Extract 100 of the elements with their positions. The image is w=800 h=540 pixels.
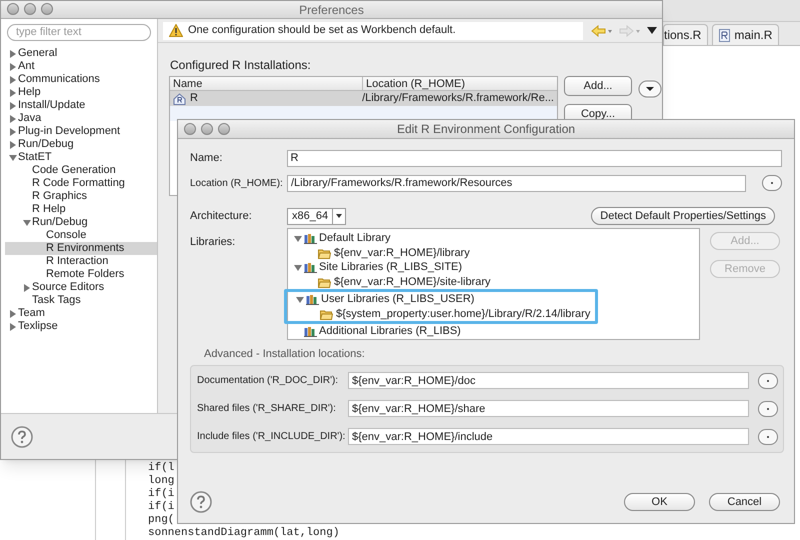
- tree-item[interactable]: Team: [5, 307, 157, 320]
- expanded-arrow-icon[interactable]: [294, 234, 302, 242]
- library-group[interactable]: Default Library: [288, 231, 699, 246]
- library-path[interactable]: ${env_var:R_HOME}/site-library: [288, 275, 699, 289]
- folder-icon: [318, 276, 331, 288]
- table-cell-text: /Library/Frameworks/R.framework/Re...: [361, 91, 555, 106]
- code-line: if(l: [148, 462, 174, 475]
- collapsed-arrow-icon[interactable]: [9, 102, 17, 110]
- tree-item[interactable]: Task Tags: [5, 294, 157, 307]
- code-line: png(: [148, 514, 174, 527]
- field-label: Location (R_HOME):: [190, 176, 284, 190]
- library-group[interactable]: Site Libraries (R_LIBS_SITE): [288, 260, 699, 275]
- books-icon: [304, 326, 317, 337]
- browse-button[interactable]: [758, 400, 778, 416]
- window-title: Preferences: [299, 2, 364, 18]
- library-path[interactable]: ${system_property:user.home}/Library/R/2.14/library: [290, 307, 592, 321]
- dialog-button[interactable]: OK: [624, 493, 695, 511]
- field-label: Name:: [190, 150, 224, 166]
- tree-item[interactable]: Run/Debug: [5, 138, 157, 151]
- editor-tab[interactable]: tions.R: [663, 24, 708, 45]
- group-label: Advanced - Installation locations:: [204, 347, 366, 362]
- field-label: Libraries:: [190, 235, 236, 250]
- tree-item[interactable]: Remote Folders: [5, 268, 157, 281]
- books-icon: [306, 294, 319, 305]
- collapsed-arrow-icon[interactable]: [9, 50, 17, 58]
- code-line: sonnenstandDiagramm(lat,long): [148, 527, 340, 540]
- location-field[interactable]: /Library/Frameworks/R.framework/Resources: [287, 174, 746, 192]
- window-control-button[interactable]: [41, 3, 53, 15]
- section-label: Configured R Installations:: [170, 57, 312, 74]
- tree-item[interactable]: StatET: [5, 151, 157, 164]
- code-line: if(i: [148, 488, 174, 501]
- editor-tab[interactable]: main.R: [712, 24, 780, 45]
- field-label: Shared files ('R_SHARE_DIR'):: [197, 402, 337, 416]
- path-field[interactable]: ${env_var:R_HOME}/include: [348, 428, 749, 445]
- table-cell-text: R: [190, 91, 198, 106]
- tree-item[interactable]: Ant: [5, 60, 157, 73]
- table-row[interactable]: R /Library/Frameworks/R.framework/Re...: [170, 91, 557, 106]
- field-label: Architecture:: [190, 208, 253, 224]
- expanded-arrow-icon[interactable]: [296, 296, 304, 304]
- library-group[interactable]: Additional Libraries (R_LIBS): [288, 324, 699, 339]
- code-line: if(i: [148, 501, 174, 514]
- column-header[interactable]: Location (R_HOME): [363, 77, 557, 90]
- collapsed-arrow-icon[interactable]: [9, 76, 17, 84]
- tree-item[interactable]: General: [5, 47, 157, 60]
- column-header[interactable]: Name: [170, 77, 363, 90]
- menu-icon[interactable]: [647, 27, 657, 34]
- tree-item[interactable]: Source Editors: [5, 281, 157, 294]
- collapsed-arrow-icon[interactable]: [23, 284, 31, 292]
- window-control-button[interactable]: [184, 123, 196, 135]
- architecture-dropdown[interactable]: x86_64: [287, 208, 346, 224]
- dialog-button[interactable]: Cancel: [709, 493, 780, 511]
- library-group[interactable]: User Libraries (R_LIBS_USER): [290, 292, 592, 307]
- collapsed-arrow-icon[interactable]: [9, 62, 17, 70]
- tree-item[interactable]: R Help: [5, 203, 157, 216]
- collapsed-arrow-icon[interactable]: [9, 322, 17, 330]
- expanded-arrow-icon[interactable]: [9, 154, 17, 162]
- tree-item[interactable]: Java: [5, 112, 157, 125]
- name-field[interactable]: R: [286, 150, 782, 166]
- tree-item[interactable]: Console: [5, 229, 157, 242]
- collapsed-arrow-icon[interactable]: [9, 310, 17, 318]
- detect-settings-button[interactable]: Detect Default Properties/Settings: [591, 207, 775, 225]
- caret-icon: [336, 214, 342, 218]
- dialog-title: Edit R Environment Configuration: [396, 121, 576, 138]
- window-control-button[interactable]: [201, 123, 213, 135]
- file-icon: [719, 28, 730, 42]
- collapsed-arrow-icon[interactable]: [9, 114, 17, 122]
- expanded-arrow-icon[interactable]: [23, 218, 31, 226]
- tree-item[interactable]: Help: [5, 86, 157, 99]
- tree-item[interactable]: R Interaction: [5, 255, 157, 268]
- browse-button[interactable]: [758, 372, 778, 388]
- folder-icon: [318, 248, 331, 258]
- warning-icon: [169, 24, 183, 37]
- help-icon[interactable]: [190, 491, 212, 513]
- tree-item[interactable]: Texlipse: [5, 320, 157, 333]
- house-icon: [173, 92, 186, 104]
- action-button[interactable]: Add...: [564, 76, 632, 96]
- browse-button[interactable]: [758, 428, 778, 444]
- expanded-arrow-icon[interactable]: [294, 264, 302, 272]
- collapsed-arrow-icon[interactable]: [9, 140, 17, 148]
- window-control-button[interactable]: [218, 123, 230, 135]
- collapsed-arrow-icon[interactable]: [9, 88, 17, 96]
- tree-item[interactable]: R Environments: [5, 242, 157, 255]
- path-field[interactable]: ${env_var:R_HOME}/share: [348, 400, 749, 417]
- tree-item[interactable]: Install/Update: [5, 99, 157, 112]
- window-control-button[interactable]: [24, 3, 36, 15]
- tree-item[interactable]: Plug-in Development: [5, 125, 157, 138]
- library-path[interactable]: ${env_var:R_HOME}/library: [288, 246, 699, 260]
- tree-item[interactable]: R Code Formatting: [5, 177, 157, 190]
- tree-item[interactable]: Communications: [5, 73, 157, 86]
- path-field[interactable]: ${env_var:R_HOME}/doc: [348, 372, 749, 389]
- tree-item[interactable]: Run/Debug: [5, 216, 157, 229]
- collapsed-arrow-icon[interactable]: [9, 128, 17, 136]
- tree-item[interactable]: Code Generation: [5, 164, 157, 177]
- dropdown-button[interactable]: [638, 80, 662, 98]
- tree-item[interactable]: R Graphics: [5, 190, 157, 203]
- window-control-button[interactable]: [7, 3, 19, 15]
- books-icon: [304, 233, 317, 244]
- browse-button[interactable]: [762, 175, 782, 191]
- field-label: Documentation ('R_DOC_DIR'):: [197, 374, 340, 388]
- help-icon[interactable]: [11, 426, 33, 448]
